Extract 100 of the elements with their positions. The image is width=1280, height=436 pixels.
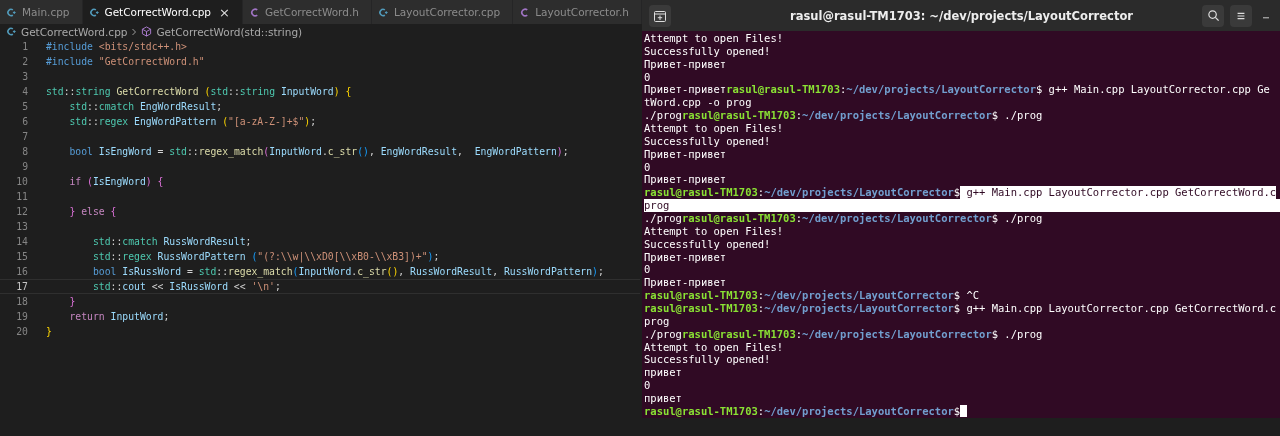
prompt-path: ~/dev/projects/LayoutCorrector (764, 302, 954, 315)
terminal-text: prog (644, 199, 670, 213)
file-tab[interactable]: Main.cpp (0, 0, 83, 24)
terminal-text: Successfully opened! (644, 353, 771, 367)
prompt-path: ~/dev/projects/LayoutCorrector (802, 327, 992, 341)
chevron-icon (131, 27, 138, 36)
code-line: std::cmatch RussWordResult; (91, 236, 252, 247)
new-tab-icon (653, 8, 667, 23)
file-tab[interactable]: LayoutCorrector.cpp (371, 0, 514, 24)
line-number: 7 (21, 131, 28, 142)
header-file-icon (519, 6, 531, 18)
line-number: 20 (15, 326, 28, 337)
terminal-text: Привет-привет (644, 83, 727, 97)
line-number: 4 (21, 86, 28, 97)
code-line: #include <bits/stdc++.h> (46, 41, 187, 52)
terminal-text: $ (953, 186, 961, 200)
line-number: 6 (21, 116, 28, 127)
terminal-text: 0 (644, 70, 651, 84)
line-number: 2 (21, 56, 28, 67)
file-tab[interactable]: GetCorrectWord.cpp × (82, 0, 243, 24)
file-tab[interactable]: GetCorrectWord.h (242, 0, 372, 24)
terminal-text: ./prog (644, 212, 682, 225)
terminal-text: : (795, 327, 803, 341)
line-number: 10 (15, 176, 28, 187)
terminal-text: $ ./prog (991, 109, 1043, 122)
prompt-path: ~/dev/projects/LayoutCorrector (802, 109, 992, 122)
line-number: 16 (15, 266, 28, 277)
terminal-text: : (757, 404, 765, 418)
menu-button[interactable] (1230, 4, 1252, 27)
prompt-path: ~/dev/projects/LayoutCorrector (764, 186, 954, 200)
terminal-text: Привет-привет (644, 147, 727, 161)
terminal-text: : (795, 109, 803, 122)
code-line: } (46, 326, 52, 337)
code-line: } (68, 296, 76, 307)
terminal-text: Привет-привет (644, 173, 727, 187)
terminal-text: $ (953, 404, 961, 418)
prompt-path: ~/dev/projects/LayoutCorrector (846, 83, 1036, 97)
prompt-user: rasul@rasul-TM1703 (681, 212, 796, 225)
prompt-user: rasul@rasul-TM1703 (681, 327, 796, 341)
code-line: if (IsEngWord) { (68, 176, 164, 187)
terminal-text: $ g++ Main.cpp LayoutCorrector.cpp Ge (1035, 83, 1270, 97)
terminal-text: Attempt to open Files! (644, 340, 784, 354)
code-line: #include "GetCorrectWord.h" (46, 56, 205, 67)
terminal-text: ./prog (644, 327, 682, 341)
breadcrumb-item[interactable]: GetCorrectWord(std::string) (156, 25, 303, 38)
terminal-text: Привет-привет (644, 276, 727, 290)
line-number: 5 (21, 101, 28, 112)
line-number: 9 (21, 161, 28, 172)
breadcrumb-item[interactable]: GetCorrectWord.cpp (21, 25, 128, 38)
terminal-text: prog (644, 314, 670, 328)
terminal-text: $ ./prog (991, 212, 1043, 225)
line-number: 8 (21, 146, 28, 157)
line-number: 11 (15, 191, 28, 202)
terminal-text: привет (644, 366, 682, 380)
line-number: 19 (15, 311, 28, 322)
prompt-path: ~/dev/projects/LayoutCorrector (764, 404, 954, 418)
terminal-text: : (757, 186, 765, 200)
terminal-text: $ ./prog (991, 327, 1043, 341)
terminal-text: : (840, 83, 847, 97)
code-line: bool IsRussWord = std::regex_match(InputWord.c_str(), RussWordResult, RussWordPattern); (91, 266, 604, 277)
terminal-text: 0 (644, 160, 651, 174)
terminal-text: Привет-привет (644, 250, 727, 264)
code-line: bool IsEngWord = std::regex_match(InputWord.c_str(), EngWordResult, EngWordPattern); (68, 146, 569, 157)
terminal-text: 0 (644, 379, 651, 393)
code-line: std::regex RussWordPattern ("(?:\\w|\\xD0[\\xB0-\\xB3])+"); (91, 251, 440, 262)
terminal-text: 0 (644, 263, 651, 277)
prompt-user: rasul@rasul-TM1703 (644, 302, 758, 315)
prompt-user: rasul@rasul-TM1703 (726, 83, 840, 97)
terminal-text: Successfully opened! (644, 44, 771, 58)
prompt-user: rasul@rasul-TM1703 (644, 186, 758, 200)
file-tab[interactable]: LayoutCorrector.h (513, 0, 642, 24)
line-number: 1 (21, 41, 28, 52)
new-tab-button[interactable] (649, 4, 671, 27)
terminal-text: Attempt to open Files! (644, 224, 784, 238)
code-line: return InputWord; (68, 311, 170, 322)
line-number: 15 (15, 251, 28, 262)
terminal-text: Attempt to open Files! (644, 32, 784, 45)
code-line: std::regex EngWordPattern ("[a-zA-Z-]+$"); (68, 116, 317, 127)
code-line: } else { (68, 206, 117, 217)
cpp-file-icon (6, 6, 17, 18)
terminal-text: привет (644, 392, 682, 405)
terminal-text: $ g++ Main.cpp LayoutCorrector.cpp GetCorrectWord.c (953, 302, 1277, 315)
prompt-user: rasul@rasul-TM1703 (644, 404, 758, 418)
terminal-text: Attempt to open Files! (644, 122, 784, 135)
close-tab-button[interactable]: × (219, 4, 230, 20)
terminal-text: $ ^C (953, 289, 980, 303)
cpp-file-icon (6, 26, 17, 37)
prompt-path: ~/dev/projects/LayoutCorrector (764, 289, 954, 303)
cpp-file-icon (88, 6, 100, 18)
cpp-file-icon (377, 6, 389, 18)
terminal-text: Привет-привет (644, 57, 727, 71)
search-button[interactable] (1202, 4, 1224, 27)
line-number: 14 (15, 236, 28, 247)
search-icon (1206, 9, 1220, 22)
line-number: 18 (15, 296, 28, 307)
prompt-path: ~/dev/projects/LayoutCorrector (802, 212, 992, 225)
code-line: std::cout << IsRussWord << '\n'; (91, 281, 281, 292)
prompt-user: rasul@rasul-TM1703 (681, 109, 796, 122)
terminal-text: Successfully opened! (644, 134, 771, 148)
line-number: 13 (15, 221, 28, 232)
